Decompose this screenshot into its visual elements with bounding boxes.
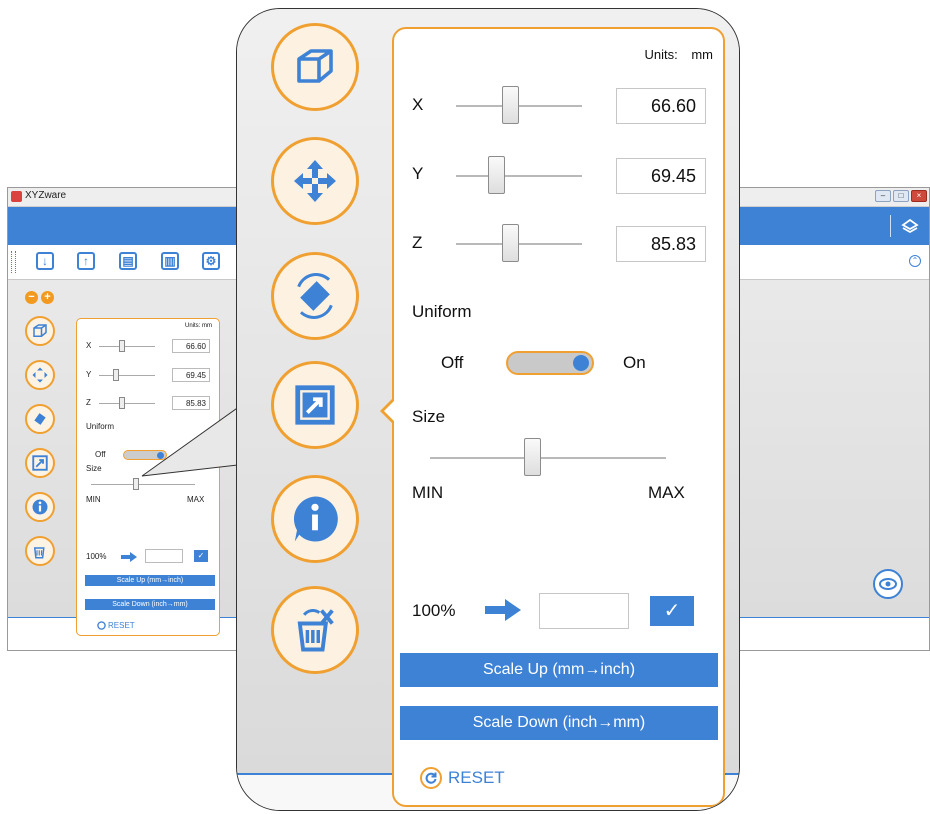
x-slider-thumb[interactable] (502, 86, 519, 124)
move-icon[interactable] (271, 137, 359, 225)
size-label: Size (412, 407, 446, 426)
percent-input[interactable] (539, 593, 629, 629)
confirm-button[interactable]: ✓ (650, 596, 694, 626)
reset-label: RESET (448, 768, 505, 787)
z-slider-thumb[interactable] (502, 224, 519, 262)
size-slider-thumb[interactable] (524, 438, 541, 476)
units-readout: Units: mm (644, 47, 713, 62)
arrow-right-icon (485, 599, 521, 621)
scale-icon[interactable] (271, 361, 359, 449)
size-max-label: MAX (648, 483, 685, 502)
size-slider[interactable] (430, 438, 666, 476)
reset-button[interactable]: RESET (420, 767, 505, 789)
size-min-label: MIN (412, 483, 444, 502)
x-axis-label: X (412, 95, 424, 114)
toggle-knob (573, 355, 589, 371)
uniform-toggle[interactable] (506, 351, 594, 375)
scale-panel: Units: mm X 66.60 Y 69.45 Z 85.83 Unifor… (380, 27, 725, 807)
y-slider[interactable] (456, 156, 582, 194)
z-slider[interactable] (456, 224, 582, 262)
uniform-off-label: Off (441, 353, 464, 372)
y-slider-thumb[interactable] (488, 156, 505, 194)
delete-icon[interactable] (271, 586, 359, 674)
refresh-icon (420, 767, 442, 789)
z-axis-label: Z (412, 233, 423, 252)
scale-up-button[interactable]: Scale Up (mm→inch) (400, 653, 718, 687)
percent-label: 100% (412, 601, 456, 620)
y-axis-label: Y (412, 164, 424, 183)
uniform-on-label: On (623, 353, 646, 372)
scale-down-button[interactable]: Scale Down (inch→mm) (400, 706, 718, 740)
x-value-field[interactable]: 66.60 (616, 88, 706, 124)
y-value-field[interactable]: 69.45 (616, 158, 706, 194)
z-value-field[interactable]: 85.83 (616, 226, 706, 262)
uniform-label: Uniform (412, 302, 472, 321)
magnified-callout: Units: mm X 66.60 Y 69.45 Z 85.83 Unifor… (236, 8, 740, 811)
rotate-icon[interactable] (271, 252, 359, 340)
cube-icon[interactable] (271, 23, 359, 111)
x-slider[interactable] (456, 86, 582, 124)
info-icon[interactable] (271, 475, 359, 563)
units-value: mm (691, 47, 713, 62)
units-label: Units: (644, 47, 678, 62)
